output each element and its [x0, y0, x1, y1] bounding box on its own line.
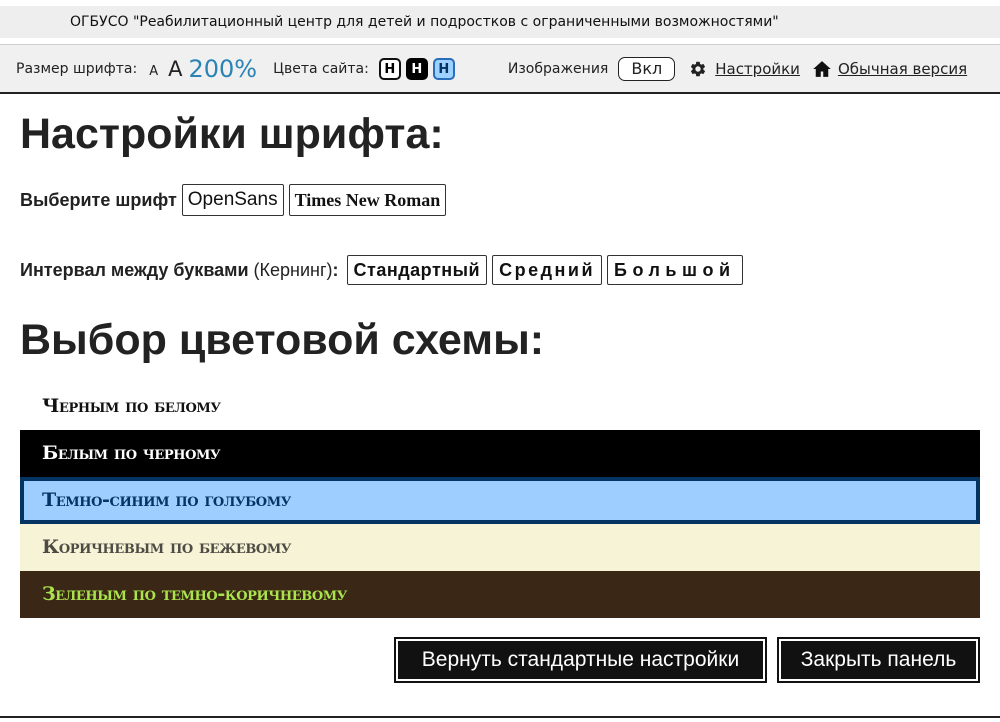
font-size-label: Размер шрифта: [16, 60, 138, 77]
color-scheme-heading: Выбор цветовой схемы: [20, 316, 545, 364]
font-size-small-button[interactable]: A [149, 64, 158, 79]
kerning-row: Интервал между буквами (Кернинг) : Станд… [20, 255, 743, 285]
org-title: ОГБУСО "Реабилитационный центр для детей… [70, 14, 779, 30]
bottom-divider [0, 716, 1000, 718]
scheme-brown-on-beige[interactable]: Коричневым по бежевому [20, 524, 980, 571]
kerning-standard-button[interactable]: Стандартный [346, 255, 488, 285]
color-white-button[interactable]: Н [378, 57, 401, 80]
settings-link[interactable]: Настройки [715, 60, 800, 78]
kerning-label-paren: (Кернинг) [253, 259, 333, 280]
accessibility-toolbar: Размер шрифта: A A 200% Цвета сайта: Н Н… [0, 44, 1000, 94]
gear-icon[interactable] [689, 60, 707, 78]
reset-settings-button[interactable]: Вернуть стандартные настройки [394, 637, 767, 683]
site-colors-label: Цвета сайта: [273, 60, 369, 77]
font-size-large-button[interactable]: 200% [188, 55, 257, 83]
color-blue-button[interactable]: Н [432, 57, 455, 80]
close-panel-button[interactable]: Закрыть панель [777, 637, 980, 683]
kerning-large-button[interactable]: Большой [607, 255, 743, 285]
kerning-colon: : [332, 259, 339, 280]
scheme-black-on-white[interactable]: Черным по белому [20, 383, 980, 430]
home-icon[interactable] [812, 59, 832, 79]
font-times-button[interactable]: Times New Roman [288, 184, 447, 216]
font-choice-label: Выберите шрифт [20, 189, 177, 210]
org-title-bar: ОГБУСО "Реабилитационный центр для детей… [0, 6, 1000, 38]
font-choice-row: Выберите шрифт OpenSans Times New Roman [20, 184, 447, 216]
font-opensans-button[interactable]: OpenSans [181, 184, 284, 216]
normal-version-link[interactable]: Обычная версия [838, 60, 967, 78]
images-toggle-button[interactable]: Вкл [618, 56, 676, 81]
font-size-medium-button[interactable]: A [168, 57, 182, 81]
scheme-green-on-darkbrown[interactable]: Зеленым по темно-коричневому [20, 571, 980, 618]
kerning-label: Интервал между буквами [20, 259, 249, 280]
images-label: Изображения [507, 60, 609, 77]
color-black-button[interactable]: Н [405, 57, 428, 80]
scheme-darkblue-on-lightblue[interactable]: Темно-синим по голубому [20, 477, 980, 524]
font-settings-heading: Настройки шрифта: [20, 110, 444, 158]
scheme-white-on-black[interactable]: Белым по черному [20, 430, 980, 477]
kerning-medium-button[interactable]: Средний [492, 255, 603, 285]
